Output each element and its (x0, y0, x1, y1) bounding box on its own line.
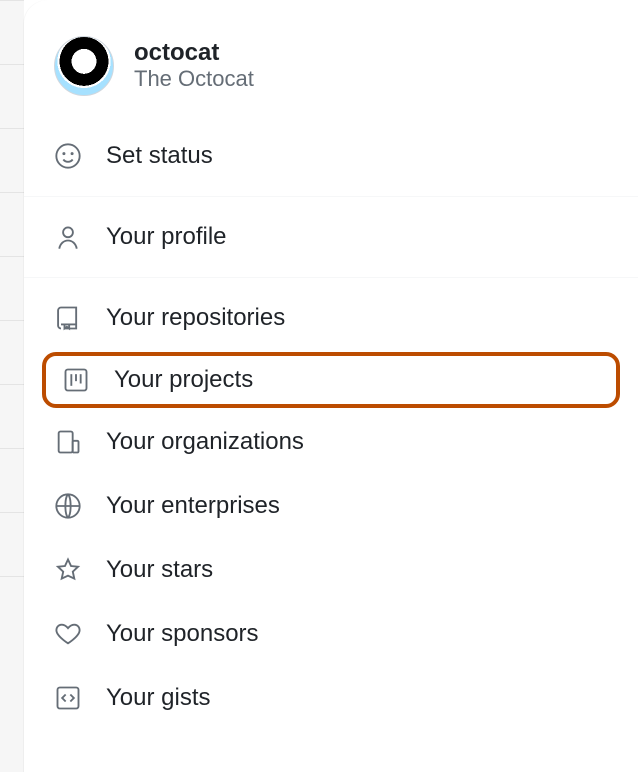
your-enterprises-item[interactable]: Your enterprises (24, 474, 638, 538)
code-square-icon (54, 684, 82, 712)
your-repositories-item[interactable]: Your repositories (24, 286, 638, 350)
highlight-projects: Your projects (42, 352, 620, 408)
your-enterprises-label: Your enterprises (106, 492, 280, 520)
profile-section: Your profile (24, 197, 638, 277)
organization-icon (54, 428, 82, 456)
avatar[interactable] (54, 36, 114, 96)
username: octocat (134, 40, 254, 66)
repo-icon (54, 304, 82, 332)
your-profile-label: Your profile (106, 223, 227, 251)
profile-menu-panel: octocat The Octocat Set status Your prof… (24, 0, 638, 772)
your-stars-item[interactable]: Your stars (24, 538, 638, 602)
project-icon (62, 366, 90, 394)
user-names[interactable]: octocat The Octocat (134, 40, 254, 93)
status-section: Set status (24, 116, 638, 196)
star-icon (54, 556, 82, 584)
your-gists-label: Your gists (106, 684, 211, 712)
set-status-item[interactable]: Set status (24, 124, 638, 188)
person-icon (54, 223, 82, 251)
profile-header: octocat The Octocat (24, 36, 638, 116)
globe-icon (54, 492, 82, 520)
your-organizations-item[interactable]: Your organizations (24, 410, 638, 474)
your-projects-item[interactable]: Your projects (46, 356, 616, 404)
main-menu-section: Your repositories Your projects Your org… (24, 278, 638, 738)
your-organizations-label: Your organizations (106, 428, 304, 456)
your-stars-label: Your stars (106, 556, 213, 584)
your-projects-label: Your projects (114, 366, 253, 394)
your-profile-item[interactable]: Your profile (24, 205, 638, 269)
your-sponsors-item[interactable]: Your sponsors (24, 602, 638, 666)
set-status-label: Set status (106, 142, 213, 170)
your-sponsors-label: Your sponsors (106, 620, 259, 648)
your-gists-item[interactable]: Your gists (24, 666, 638, 730)
user-full-name: The Octocat (134, 66, 254, 92)
your-repositories-label: Your repositories (106, 304, 285, 332)
behind-panel-strip (0, 0, 24, 772)
smiley-icon (54, 142, 82, 170)
close-button[interactable] (566, 48, 602, 84)
heart-icon (54, 620, 82, 648)
